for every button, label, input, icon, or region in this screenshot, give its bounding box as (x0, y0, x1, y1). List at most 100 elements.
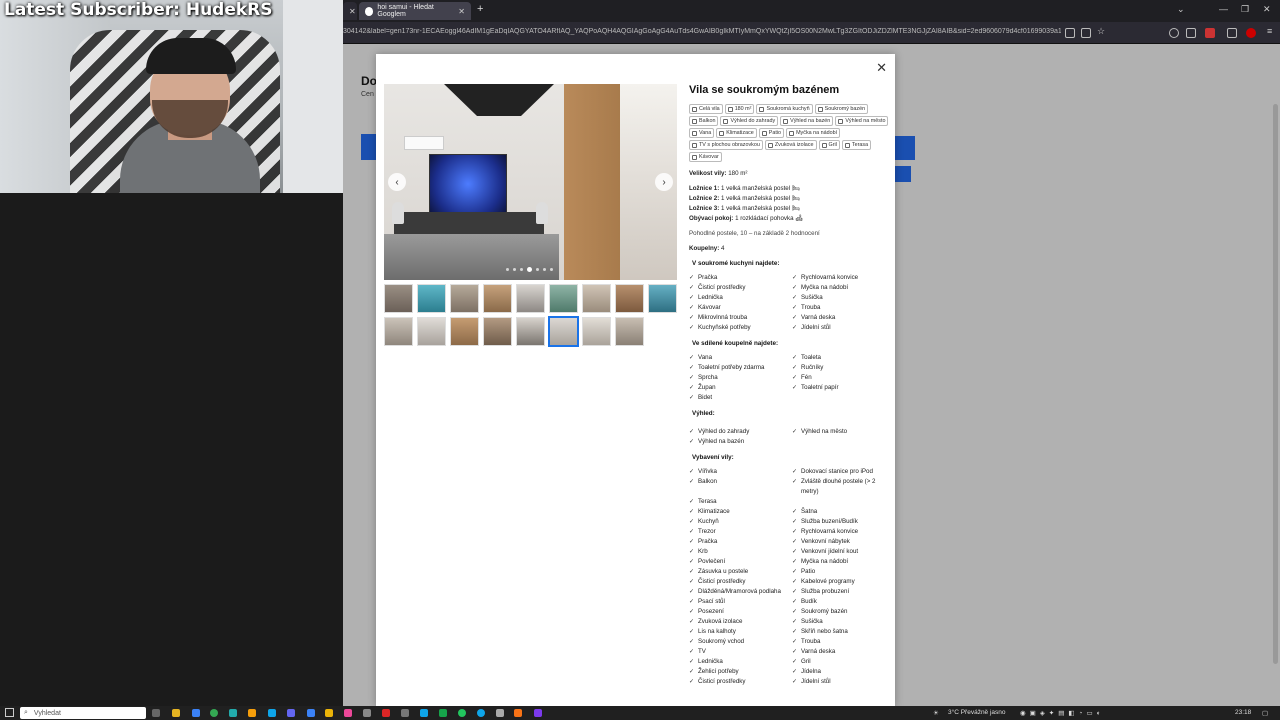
bookmark-star-icon[interactable]: ☆ (1097, 26, 1107, 36)
amenity-item: ✓ Terasa (689, 497, 792, 507)
amenity-label: Sušička (801, 294, 823, 301)
amenity-item (792, 437, 889, 447)
thumbnail[interactable] (582, 317, 611, 346)
app-icon[interactable] (325, 709, 333, 717)
thumbnail[interactable] (450, 317, 479, 346)
picture-in-picture-icon[interactable] (1081, 28, 1091, 38)
page-scrollbar[interactable] (1273, 104, 1278, 664)
check-icon: ✓ (792, 295, 798, 301)
thumbnail[interactable] (615, 284, 644, 313)
thumbnail[interactable] (417, 317, 446, 346)
app-icon[interactable] (439, 709, 447, 717)
app-icon[interactable] (229, 709, 237, 717)
app-icon[interactable] (382, 709, 390, 717)
weather-icon[interactable]: ☀ (933, 709, 939, 717)
room-facts: Velikost vily: 180 m² Ložnice 1: 1 velká… (689, 169, 889, 254)
gallery-next-icon[interactable]: › (655, 173, 673, 191)
thumbnail[interactable] (549, 284, 578, 313)
amenity-item: ✓ Povlečení (689, 557, 792, 567)
close-window-icon[interactable]: ✕ (1263, 4, 1271, 15)
amenity-item: ✓ Žehlicí potřeby (689, 667, 792, 677)
close-icon[interactable]: ✕ (876, 60, 887, 76)
thumbnail[interactable] (516, 284, 545, 313)
check-icon: ✓ (689, 479, 695, 485)
amenity-label: Trouba (801, 638, 821, 645)
app-icon[interactable] (307, 709, 315, 717)
extension-icon[interactable] (1227, 28, 1237, 38)
thumbnail[interactable] (417, 284, 446, 313)
clock[interactable]: 23:18 (1235, 709, 1251, 716)
check-icon: ✓ (792, 519, 798, 525)
thumbnail[interactable] (384, 284, 413, 313)
thumbnail[interactable] (450, 284, 479, 313)
thumbnail[interactable] (483, 284, 512, 313)
amenity-label: Ručníky (801, 364, 824, 371)
facility-icon (692, 130, 697, 136)
extension-icon[interactable] (1205, 28, 1215, 38)
url-text[interactable]: 304142&label=gen173nr-1ECAEoggl46AdIM1gE… (343, 28, 1061, 35)
app-icon[interactable] (363, 709, 371, 717)
reader-icon[interactable] (1065, 28, 1075, 38)
thumbnail[interactable] (384, 317, 413, 346)
app-icon[interactable] (344, 709, 352, 717)
thumbnail-selected[interactable] (548, 316, 579, 347)
amenity-item: ✓ Jídelní stůl (792, 677, 889, 687)
thumbnail[interactable] (483, 317, 512, 346)
taskbar-search[interactable]: ⌕ Vyhledat (20, 707, 146, 719)
app-icon[interactable] (458, 709, 466, 717)
app-icon[interactable] (192, 709, 200, 717)
weather-text[interactable]: 3°C Převážně jasno (948, 709, 1006, 716)
chip-label: Celá vila (699, 106, 720, 112)
thumbnail[interactable] (615, 317, 644, 346)
tab-google-search[interactable]: hoi samui - Hledat Googlem ✕ (359, 2, 471, 20)
address-bar[interactable]: 304142&label=gen173nr-1ECAEoggl46AdIM1gE… (343, 22, 1280, 44)
gallery-prev-icon[interactable]: ‹ (388, 173, 406, 191)
extensions-icon[interactable] (1186, 28, 1196, 38)
tray-icons[interactable]: ◉▣◈✦▤◧◔▭◐ (1020, 709, 1105, 717)
app-icon[interactable] (401, 709, 409, 717)
amenity-label: Klimatizace (698, 508, 730, 515)
account-icon[interactable] (1169, 28, 1179, 38)
amenity-item: ✓ Zvuková izolace (689, 617, 792, 627)
check-icon: ✓ (689, 579, 695, 585)
app-icon[interactable] (534, 709, 542, 717)
notification-icon[interactable]: ▢ (1262, 709, 1268, 717)
app-icon[interactable] (268, 709, 276, 717)
photo-gallery[interactable]: ‹ › (384, 84, 677, 280)
thumbnail[interactable] (648, 284, 677, 313)
thumbnail[interactable] (516, 317, 545, 346)
close-tab-icon[interactable]: ✕ (458, 7, 465, 16)
firefox-icon[interactable] (514, 709, 522, 717)
minimize-icon[interactable]: — (1219, 4, 1228, 14)
maximize-icon[interactable]: ❐ (1241, 4, 1249, 15)
menu-icon[interactable]: ≡ (1267, 26, 1277, 36)
amenity-label: Gril (801, 658, 811, 665)
edge-icon[interactable] (477, 709, 485, 717)
new-tab-icon[interactable]: + (477, 3, 483, 15)
app-icon[interactable] (420, 709, 428, 717)
thumbnail[interactable] (582, 284, 611, 313)
app-icon[interactable] (287, 709, 295, 717)
check-icon: ✓ (792, 599, 798, 605)
amenity-item: ✓ Kuchyňské potřeby (689, 323, 792, 333)
chip-label: Gril (828, 142, 837, 148)
file-explorer-icon[interactable] (172, 709, 180, 717)
amenity-item: ✓ Kuchyň (689, 517, 792, 527)
tab-booking[interactable]: ✕ (343, 2, 357, 20)
tab-list-icon[interactable]: ⌄ (1177, 4, 1185, 15)
chrome-icon[interactable] (210, 709, 218, 717)
start-icon[interactable] (5, 708, 14, 717)
amenity-item: ✓ Krb (689, 547, 792, 557)
amenity-label: Trezor (698, 528, 716, 535)
check-icon: ✓ (689, 325, 695, 331)
facility-icon (692, 118, 697, 124)
amenity-item: ✓ Trouba (792, 637, 889, 647)
close-tab-icon[interactable]: ✕ (349, 7, 356, 16)
app-icon[interactable] (496, 709, 504, 717)
check-icon: ✓ (689, 295, 695, 301)
task-view-icon[interactable] (152, 709, 160, 717)
extension-icon[interactable] (1246, 28, 1256, 38)
taskbar: ⌕ Vyhledat ☀ 3°C Převážně jasno ◉▣◈✦▤◧◔▭… (0, 706, 1280, 720)
check-icon: ✓ (689, 275, 695, 281)
app-icon[interactable] (248, 709, 256, 717)
